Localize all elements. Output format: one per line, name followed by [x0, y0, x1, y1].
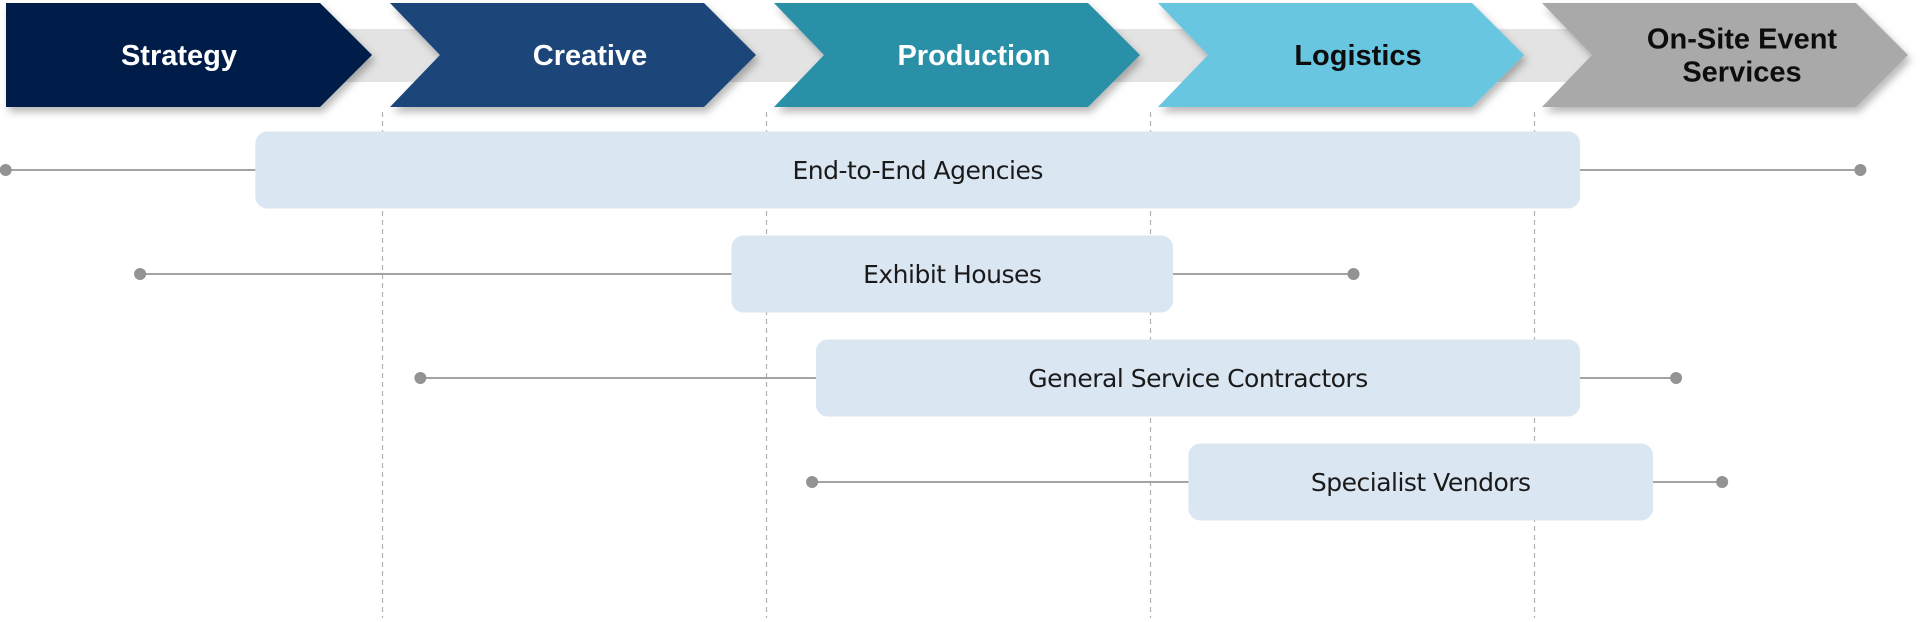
- phase-label: On-Site Event: [1647, 24, 1837, 56]
- player-label: End-to-End Agencies: [792, 156, 1042, 185]
- player-rows: End-to-End Agencies Exhibit Houses General…: [0, 131, 1867, 521]
- phase-label: Production: [897, 40, 1050, 72]
- phase-on-site-event-services: On-Site EventServices: [1542, 3, 1908, 107]
- scope-end-dot: [1670, 372, 1683, 384]
- phase-label: Services: [1682, 57, 1801, 89]
- phase-label: Logistics: [1294, 40, 1421, 72]
- phase-label: Strategy: [121, 40, 237, 72]
- scope-end-dot: [1716, 476, 1729, 488]
- phase-creative: Creative: [390, 3, 756, 107]
- phase-label: Creative: [533, 40, 647, 72]
- scope-end-dot: [1854, 164, 1867, 176]
- phase-strategy: Strategy: [6, 3, 372, 107]
- phase-logistics: Logistics: [1158, 3, 1524, 107]
- player-row-specialist-vendors: Specialist Vendors: [806, 443, 1729, 521]
- player-row-end-to-end-agencies: End-to-End Agencies: [0, 131, 1867, 209]
- value-chain-diagram: Strategy Creative Production Logistics On-Si…: [0, 3, 1908, 618]
- scope-end-dot: [1347, 268, 1360, 280]
- player-label: Specialist Vendors: [1311, 468, 1531, 497]
- scope-start-dot: [134, 268, 147, 280]
- player-row-general-service-contractors: General Service Contractors: [414, 339, 1683, 417]
- phase-chevrons: Strategy Creative Production Logistics On-Si…: [6, 3, 1908, 107]
- player-label: Exhibit Houses: [863, 260, 1041, 289]
- scope-start-dot: [806, 476, 819, 488]
- player-row-exhibit-houses: Exhibit Houses: [134, 235, 1360, 313]
- player-label: General Service Contractors: [1028, 364, 1367, 393]
- phase-production: Production: [774, 3, 1140, 107]
- scope-start-dot: [414, 372, 427, 384]
- scope-start-dot: [0, 164, 12, 176]
